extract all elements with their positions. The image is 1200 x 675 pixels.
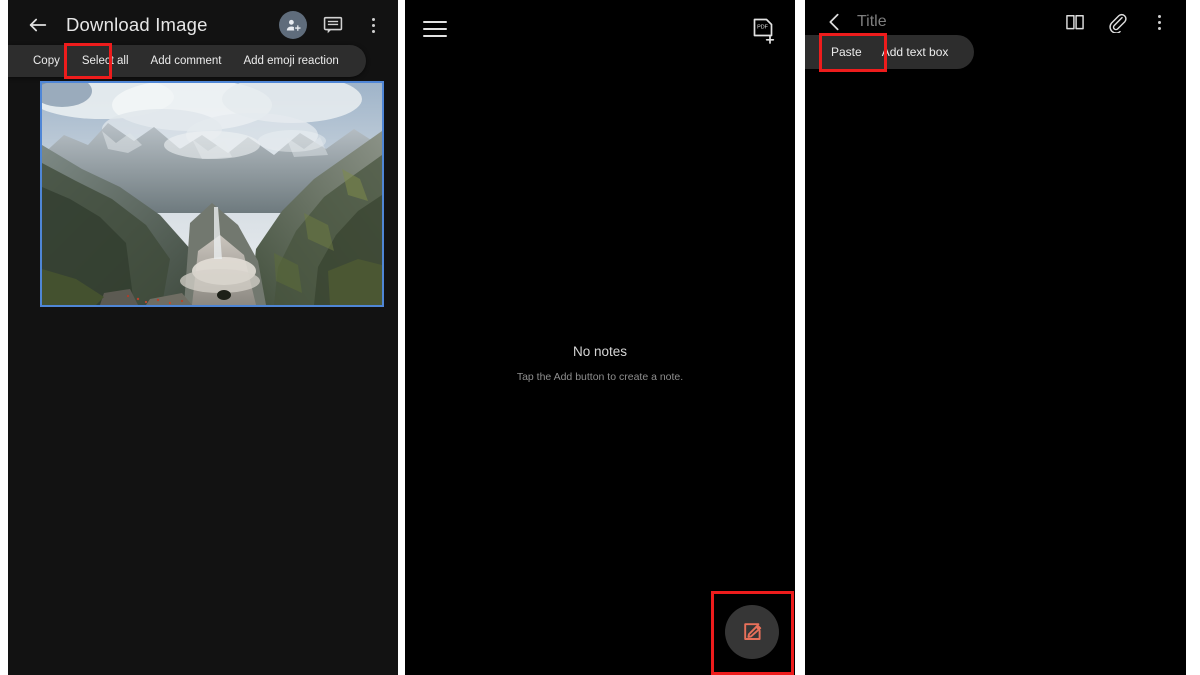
left-edge-gutter (0, 0, 8, 675)
note-title-field[interactable]: Title (857, 13, 887, 31)
mountain-landscape-image (42, 83, 382, 305)
menu-item-select-all[interactable]: Select all (71, 45, 140, 77)
app-bar-actions (274, 0, 392, 50)
hamburger-menu-icon[interactable] (423, 18, 449, 40)
import-pdf-icon[interactable]: PDF (751, 17, 777, 45)
menu-item-copy[interactable]: Copy (22, 45, 71, 77)
app-bar: Download Image (8, 0, 398, 50)
attachment-button[interactable] (1098, 3, 1136, 41)
app-bar-actions (1056, 0, 1178, 44)
reading-mode-button[interactable] (1056, 3, 1094, 41)
overflow-menu-button[interactable] (354, 6, 392, 44)
compose-note-fab[interactable] (725, 605, 779, 659)
empty-state-title: No notes (572, 344, 628, 359)
book-icon (1066, 15, 1084, 30)
app-bar: PDF (405, 0, 795, 62)
menu-item-add-emoji-reaction[interactable]: Add emoji reaction (232, 45, 349, 77)
person-add-icon (279, 11, 307, 39)
overflow-menu-button[interactable] (1140, 3, 1178, 41)
panel-notes-empty: PDF No notes Tap the Add button to creat… (405, 0, 795, 675)
selected-image[interactable] (40, 81, 384, 307)
empty-state: No notes Tap the Add button to create a … (405, 344, 795, 383)
right-edge-gutter (1186, 0, 1200, 675)
paperclip-icon (1109, 13, 1127, 33)
panel-divider-1 (398, 0, 405, 675)
menu-item-add-comment[interactable]: Add comment (140, 45, 233, 77)
arrow-back-icon[interactable] (16, 3, 60, 47)
panel-note-editor: Title Paste Add text box (805, 0, 1186, 675)
menu-item-paste[interactable]: Paste (821, 35, 872, 69)
empty-state-subtitle: Tap the Add button to create a note. (516, 371, 684, 383)
panel-divider-2 (795, 0, 805, 675)
comments-button[interactable] (314, 6, 352, 44)
comment-icon (323, 16, 343, 34)
svg-text:PDF: PDF (757, 25, 768, 31)
menu-item-add-text-box[interactable]: Add text box (872, 35, 959, 69)
page-title: Download Image (66, 14, 208, 35)
image-context-menu: Copy Select all Add comment Add emoji re… (8, 45, 366, 77)
kebab-menu-icon (1157, 14, 1161, 30)
add-people-button[interactable] (274, 6, 312, 44)
kebab-menu-icon (371, 17, 375, 33)
screenshot-root: Download Image Copy Select all Add comme… (0, 0, 1200, 675)
panel-docs-image-selected: Download Image Copy Select all Add comme… (8, 0, 398, 675)
compose-note-icon (744, 623, 762, 640)
paste-context-menu: Paste Add text box (805, 35, 975, 69)
